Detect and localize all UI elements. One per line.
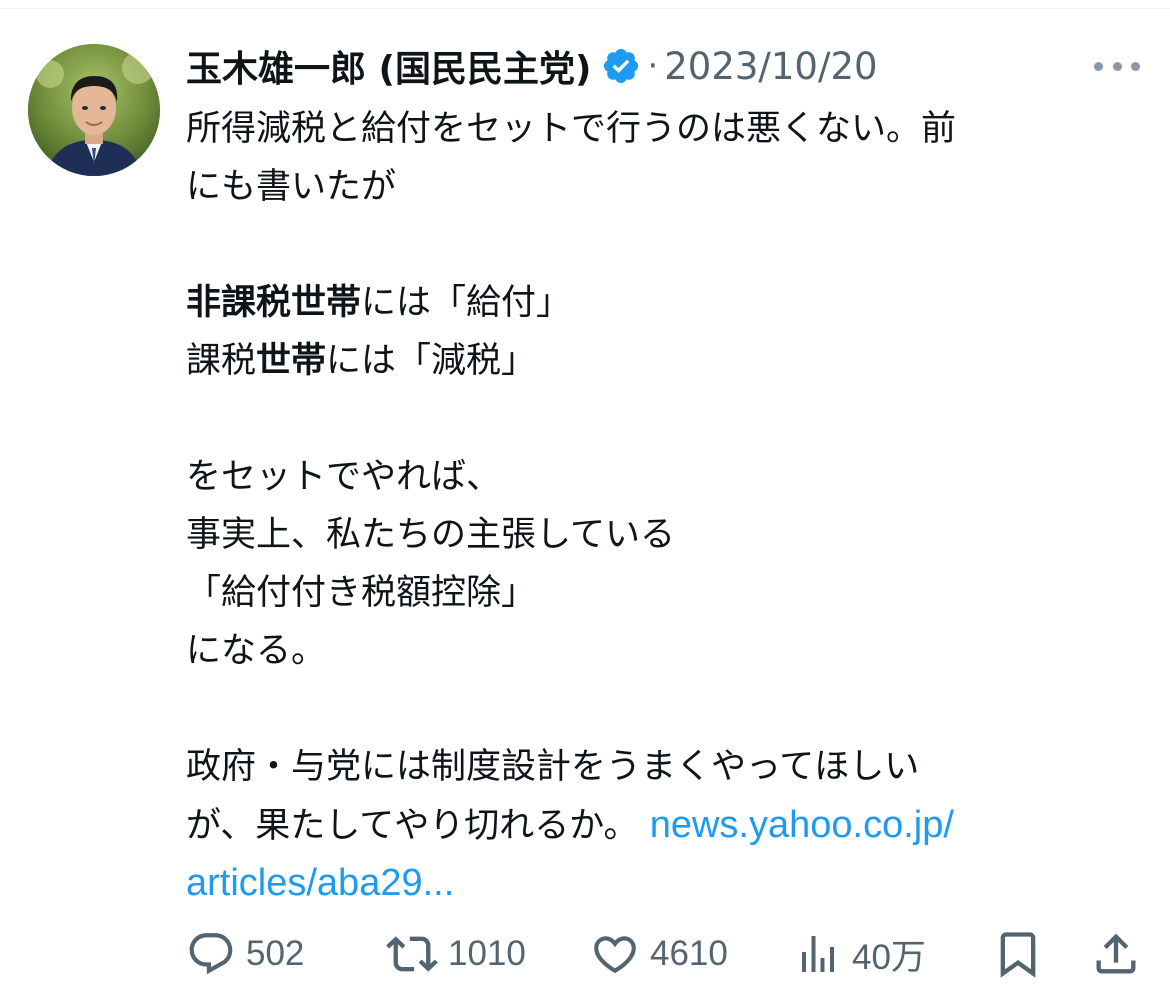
reply-count: 502 <box>246 934 305 973</box>
reply-icon <box>189 933 233 975</box>
bookmark-icon <box>1000 932 1036 978</box>
post-line-with-link: が、果たしてやり切れるか。 news.yahoo.co.jp/ <box>186 796 1136 854</box>
article-link[interactable]: news.yahoo.co.jp/ <box>650 804 954 846</box>
article-link-continued[interactable]: articles/aba29... <box>186 862 454 904</box>
views-button[interactable]: 40万 <box>794 924 926 984</box>
post-line: をセットでやれば、 <box>186 457 502 497</box>
post-line: にも書いたが <box>186 167 397 207</box>
heart-icon <box>594 936 636 974</box>
bold-text: 非課税世帯 <box>186 283 362 323</box>
verified-badge-icon <box>601 46 641 86</box>
post-line-bold-mixed: 課税世帯には「減税」 <box>186 332 1136 390</box>
repost-count: 1010 <box>448 934 526 973</box>
views-count: 40万 <box>852 937 926 977</box>
post-line-bold-mixed: 非課税世帯には「給付」 <box>186 274 1136 332</box>
bookmark-button[interactable] <box>992 924 1044 984</box>
post-line-link: articles/aba29... <box>186 854 1136 912</box>
share-icon <box>1096 933 1136 974</box>
avatar[interactable] <box>28 44 160 176</box>
like-count: 4610 <box>650 934 728 973</box>
post-text: には「給付」 <box>361 283 572 323</box>
views-chart-icon <box>802 936 834 972</box>
repost-icon <box>386 936 438 972</box>
post-header: 玉木雄一郎 (国民民主党) · 2023/10/20 <box>186 38 878 94</box>
post-line: になる。 <box>186 631 327 671</box>
repost-button[interactable]: 1010 <box>386 924 526 984</box>
header-separator: · <box>647 46 659 86</box>
top-divider <box>0 8 1170 9</box>
author-name[interactable]: 玉木雄一郎 (国民民主党) <box>186 40 591 92</box>
action-bar: 502 1010 4610 40万 <box>186 924 1146 984</box>
post-line: 所得減税と給付をセットで行うのは悪くない。前 <box>186 109 957 149</box>
post-body: 所得減税と給付をセットで行うのは悪くない。前 にも書いたが 非課税世帯には「給付… <box>186 100 1136 912</box>
post-date[interactable]: 2023/10/20 <box>664 45 877 88</box>
bold-text: 世帯 <box>256 341 327 381</box>
post-line: 「給付付き税額控除」 <box>186 573 537 613</box>
reply-button[interactable]: 502 <box>186 924 304 984</box>
post-line: 政府・与党には制度設計をうまくやってほしい <box>186 747 920 787</box>
post-text: には「減税」 <box>326 341 537 381</box>
share-button[interactable] <box>1090 924 1142 984</box>
post-text: 課税 <box>186 341 257 381</box>
more-dots-icon[interactable] <box>1094 56 1140 76</box>
post-text: が、果たしてやり切れるか。 <box>186 806 639 846</box>
post-line: 事実上、私たちの主張している <box>186 515 675 555</box>
like-button[interactable]: 4610 <box>590 924 728 984</box>
avatar-photo <box>28 44 160 176</box>
